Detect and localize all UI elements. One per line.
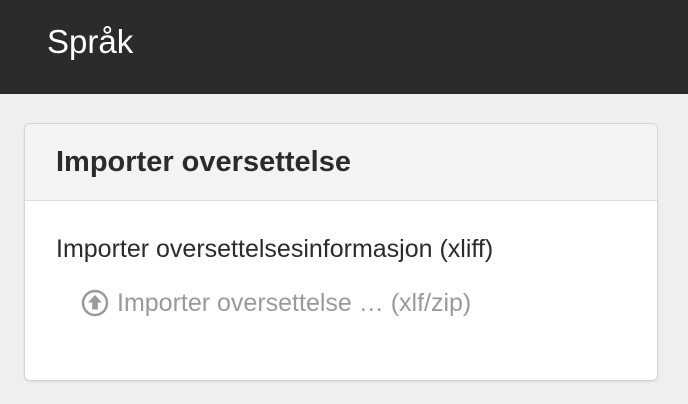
top-bar: Språk — [0, 0, 688, 94]
import-translation-button[interactable]: Importer oversettelse … (xlf/zip) — [81, 288, 471, 318]
panel-title: Importer oversettelse — [56, 146, 351, 178]
import-translation-label: Importer oversettelse … (xlf/zip) — [117, 289, 472, 317]
import-translation-panel: Importer oversettelse Importer oversette… — [24, 123, 658, 381]
upload-circle-icon — [81, 289, 109, 317]
panel-header: Importer oversettelse — [25, 124, 657, 201]
section-label: Importer oversettelsesinformasjon (xliff… — [56, 235, 494, 263]
page-title: Språk — [47, 23, 134, 60]
